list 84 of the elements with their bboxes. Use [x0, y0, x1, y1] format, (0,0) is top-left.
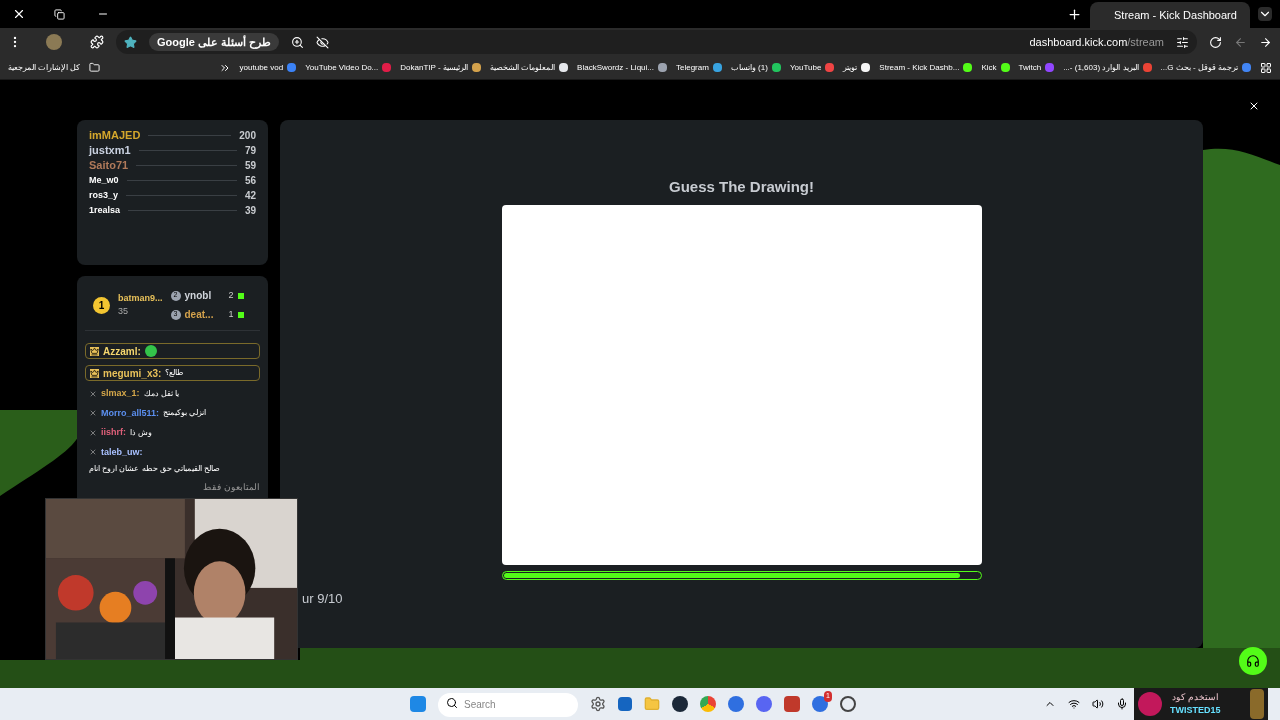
restore-icon[interactable] — [54, 8, 65, 20]
game-title: Guess The Drawing! — [669, 177, 814, 197]
app-icon[interactable] — [812, 696, 828, 712]
player-score: 1 — [228, 307, 234, 321]
bookmark-item[interactable]: ترجمة قوقل - بحث G... — [1160, 61, 1238, 74]
browser-tab[interactable]: Stream - Kick Dashboard — [1090, 2, 1250, 28]
chrome-icon[interactable] — [700, 696, 716, 712]
bookmark-item[interactable]: Kick — [981, 61, 997, 74]
close-icon[interactable] — [12, 7, 26, 21]
bookmark-star-icon[interactable] — [124, 35, 137, 49]
chat-mode-label: المتابعون فقط — [202, 481, 260, 494]
round-counter: ur 9/10 — [302, 590, 343, 606]
taskbar-search-field[interactable]: Search — [438, 692, 578, 717]
address-chip[interactable]: طرح أسئلة على Google — [149, 33, 280, 51]
player-score: 35 — [118, 305, 129, 318]
gift-icon — [237, 311, 244, 318]
player-score: 56 — [244, 174, 256, 188]
volume-icon[interactable] — [1092, 698, 1104, 710]
zoom-icon[interactable] — [291, 35, 305, 49]
player-name: deat... — [184, 308, 215, 322]
network-icon[interactable] — [1068, 698, 1080, 710]
bookmark-item[interactable]: المعلومات الشخصية — [489, 61, 556, 74]
chat-username: taleb_uw: — [101, 445, 143, 459]
player-score: 39 — [244, 204, 256, 218]
player-name: 1realsa — [89, 203, 121, 217]
chat-username: iishrf: — [101, 426, 126, 439]
tab-list-icon[interactable] — [1258, 7, 1272, 21]
bookmark-item[interactable]: youtube vod — [239, 61, 284, 74]
bookmark-item[interactable]: Stream - Kick Dashb... — [879, 61, 960, 74]
forward-icon[interactable] — [1259, 35, 1272, 49]
player-name: ynobl — [184, 289, 213, 303]
player-name: batman9... — [118, 291, 163, 305]
player-score: 79 — [244, 144, 256, 158]
extensions-icon[interactable] — [90, 35, 104, 49]
crown-icon — [90, 368, 99, 378]
site-settings-icon[interactable] — [1176, 35, 1189, 49]
tab-title: Stream - Kick Dashboard — [1114, 7, 1237, 23]
new-tab-icon[interactable] — [1067, 6, 1082, 22]
player-name: justxm1 — [89, 143, 131, 159]
bookmark-item[interactable]: Telegram — [676, 61, 709, 74]
app-icon[interactable] — [784, 696, 800, 712]
player-score: 200 — [239, 129, 256, 143]
all-bookmarks-item[interactable]: كل الإشارات المرجعية — [8, 61, 81, 74]
gift-icon — [237, 292, 244, 299]
player-score: 2 — [228, 288, 234, 302]
chat-username: megumi_x3: — [103, 366, 162, 381]
promo-text: استخدم كود — [1172, 690, 1219, 704]
player-name: Saito71 — [89, 158, 129, 174]
bookmark-item[interactable]: تويتر — [843, 61, 858, 74]
bookmark-item[interactable]: DokanTIP - الرئيسية — [400, 61, 468, 74]
url-text[interactable]: dashboard.kick.com/stream — [1029, 33, 1164, 51]
crown-icon — [90, 346, 99, 356]
search-icon — [446, 697, 458, 710]
chat-username: slmax_1: — [101, 387, 140, 400]
back-icon[interactable] — [1234, 35, 1247, 49]
cross-icon — [89, 448, 97, 457]
bookmark-item[interactable]: YouTube — [789, 61, 822, 74]
reload-icon[interactable] — [1209, 35, 1222, 49]
bookmark-item[interactable]: BlackSwordz - Liqui... — [577, 61, 654, 74]
close-icon[interactable] — [1248, 100, 1260, 112]
settings-icon[interactable] — [590, 696, 606, 712]
player-name: imMAJED — [89, 128, 141, 144]
promo-code: TWISTED15 — [1170, 704, 1221, 717]
bookmark-item[interactable]: Twitch — [1018, 61, 1042, 74]
cross-icon — [89, 389, 97, 398]
microphone-icon[interactable] — [1116, 698, 1128, 710]
bookmark-item[interactable]: البريد الوارد (1,603) -... — [1063, 61, 1139, 74]
bookmark-item[interactable]: YouTube Video Do... — [305, 61, 379, 74]
bookmark-item[interactable]: (1) واتساب — [730, 61, 768, 74]
rank-badge: 1 — [93, 296, 110, 314]
emote-icon — [144, 345, 157, 357]
apps-icon[interactable] — [1260, 61, 1272, 74]
cross-icon — [89, 409, 97, 418]
chat-username: Azzaml: — [103, 344, 141, 359]
player-score: 59 — [244, 159, 256, 173]
player-name: ros3_y — [89, 188, 119, 202]
chat-username: Morro_all511: — [101, 406, 160, 420]
folder-icon — [89, 62, 101, 73]
player-name: Me_w0 — [89, 173, 119, 187]
app-icon[interactable] — [728, 696, 744, 712]
headset-icon — [1246, 654, 1260, 668]
cross-icon — [89, 428, 97, 437]
profile-avatar-icon[interactable] — [46, 34, 62, 50]
player-score: 42 — [244, 189, 256, 203]
